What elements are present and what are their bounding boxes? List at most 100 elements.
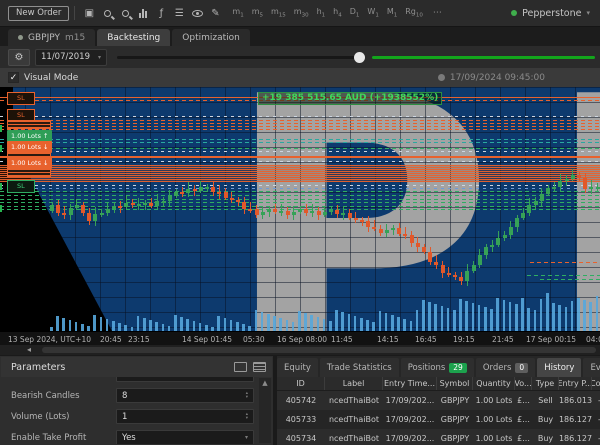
time-axis-label: 17 Sep 00:15 — [526, 335, 576, 344]
results-tab-trade-statistics[interactable]: Trade Statistics — [320, 358, 399, 377]
table-cell: GBPJPY — [437, 391, 473, 410]
tab-backtesting[interactable]: Backtesting — [97, 29, 170, 46]
position-lots-label[interactable]: 1.00 Lots ↓ — [7, 141, 52, 153]
parameter-label: Bearish Candles — [11, 391, 111, 401]
tab-optimization[interactable]: Optimization — [172, 29, 250, 46]
chart-tab-symbol: GBPJPY — [28, 33, 60, 43]
position-lots-label[interactable]: 1.00 Lots ↑ — [7, 130, 52, 142]
settings-button[interactable]: ⚙ — [8, 49, 30, 66]
chevron-down-icon: ▾ — [98, 54, 101, 61]
parameters-scrollbar[interactable]: ▲ — [259, 378, 271, 443]
results-tab-equity[interactable]: Equity — [277, 358, 318, 377]
net-profit-label: +19 385 515.65 AUD (+1938552%) — [258, 92, 442, 105]
table-cell: £... — [515, 391, 532, 410]
parameter-dropdown[interactable]: Yes▾ — [116, 430, 254, 444]
results-tab-label: Trade Statistics — [327, 363, 392, 373]
time-axis-label: 11:45 — [331, 335, 353, 344]
parameter-label: Volume (Lots) — [11, 412, 111, 422]
results-tab-orders[interactable]: Orders0 — [476, 358, 535, 377]
ctrader-backtesting-window: New Order ▣ƒ☰✎ m1m5m15m30h1h4D1W1M1Rg10 … — [0, 0, 600, 445]
order-stripe-box — [7, 168, 51, 177]
timeframe-m30[interactable]: m30 — [294, 7, 309, 19]
parameter-row: Enable Take ProfitYes▾ — [1, 427, 259, 444]
timeframe-Rg10[interactable]: Rg10 — [405, 7, 423, 19]
table-cell: £... — [515, 429, 532, 445]
parameter-value: 1 — [122, 412, 127, 422]
parameter-stepper[interactable]: 8▴▾ — [116, 388, 254, 403]
timeframe-W1[interactable]: W1 — [367, 7, 378, 19]
eye-icon[interactable] — [189, 5, 205, 21]
more-timeframes-button[interactable]: ⋯ — [433, 8, 442, 18]
chevron-down-icon[interactable]: ▾ — [245, 434, 248, 441]
position-lots-label[interactable]: 1.00 Lots ↓ — [7, 157, 52, 169]
indicators-icon[interactable]: ƒ — [153, 5, 169, 21]
column-header[interactable]: Type — [532, 377, 559, 390]
column-header[interactable]: Co... — [592, 377, 600, 390]
column-header[interactable]: Quantity — [473, 377, 515, 390]
parameter-row: Volume (Lots) 1 ▴▾ — [1, 406, 259, 427]
results-tab-positions[interactable]: Positions29 — [401, 358, 474, 377]
timeframe-M1[interactable]: M1 — [387, 7, 397, 19]
backtest-controls-row: ⚙ 11/07/2019 ▾ — [0, 46, 600, 68]
history-table-row[interactable]: 405734ncedThaiBot17/09/202...GBPJPY1.00 … — [277, 429, 600, 445]
stepper-arrows-icon[interactable]: ▴▾ — [246, 413, 248, 421]
time-axis-label: 04:00 — [586, 335, 600, 344]
parameter-stepper[interactable]: 1 ▴▾ — [116, 409, 254, 424]
zoom-out-icon[interactable] — [117, 5, 133, 21]
parameters-list: Enable Bearish Consecuti...Yes▾Bearish C… — [1, 377, 259, 444]
timeframe-h4[interactable]: h4 — [333, 7, 342, 19]
timeframe-m1[interactable]: m1 — [232, 7, 243, 19]
broker-menu[interactable]: Pepperstone ▾ — [511, 8, 590, 19]
results-tab-label: Events — [590, 363, 600, 373]
chart-type-icon[interactable] — [135, 5, 151, 21]
stop-loss-label[interactable]: SL — [7, 92, 35, 105]
scrollbar-track[interactable] — [42, 347, 596, 353]
column-header[interactable]: Vo... — [515, 377, 532, 390]
layout-icon[interactable]: ▣ — [81, 5, 97, 21]
stepper-arrows-icon[interactable]: ▴▾ — [246, 392, 248, 400]
chart-canvas[interactable]: P P SLSL1.00 Lots ↑1.00 Lots ↓1.00 Lots … — [0, 87, 600, 331]
parameters-title: Parameters — [11, 362, 65, 373]
parameter-dropdown[interactable]: Yes▾ — [116, 377, 254, 382]
history-table-row[interactable]: 405742ncedThaiBot17/09/202...GBPJPY1.00 … — [277, 391, 600, 410]
timeframe-m5[interactable]: m5 — [252, 7, 263, 19]
left-edge-tick — [0, 125, 2, 132]
column-header[interactable]: Entry P... — [559, 377, 592, 390]
table-cell: - — [592, 391, 600, 410]
history-table-header: IDLabelEntry Time...SymbolQuantityVo...T… — [277, 377, 600, 391]
position-labels-layer: SLSL1.00 Lots ↑1.00 Lots ↓1.00 Lots ↓SL — [0, 87, 600, 331]
chart-tab-status-icon — [18, 35, 23, 40]
results-tab-history[interactable]: History — [537, 358, 581, 377]
column-header[interactable]: Label — [325, 377, 383, 390]
scroll-up-icon[interactable]: ▲ — [259, 378, 271, 388]
history-table-row[interactable]: 405733ncedThaiBot17/09/202...GBPJPY1.00 … — [277, 410, 600, 429]
chevron-down-icon[interactable]: ▾ — [245, 377, 248, 378]
table-cell: GBPJPY — [437, 410, 473, 429]
scroll-left-icon[interactable]: ◂ — [27, 345, 31, 355]
chart-horizontal-scrollbar[interactable]: ◂ — [0, 345, 600, 355]
draw-icon[interactable]: ✎ — [207, 5, 223, 21]
stop-loss-label[interactable]: SL — [7, 180, 35, 193]
table-cell: 186.127 — [559, 410, 592, 429]
column-header[interactable]: ID — [277, 377, 325, 390]
timeframe-m15[interactable]: m15 — [271, 7, 286, 19]
tab-count-badge: 0 — [515, 363, 528, 373]
visual-mode-checkbox[interactable]: ✓ — [8, 72, 19, 83]
column-header[interactable]: Entry Time... — [383, 377, 437, 390]
tab-chart-gbpjpy[interactable]: GBPJPY m15 — [8, 29, 95, 46]
start-date-select[interactable]: 11/07/2019 ▾ — [35, 49, 107, 66]
time-axis-label: 23:15 — [128, 335, 150, 344]
results-tab-events[interactable]: Events — [583, 358, 600, 377]
column-header[interactable]: Symbol — [437, 377, 473, 390]
objects-layers-icon[interactable]: ☰ — [171, 5, 187, 21]
timeframe-D1[interactable]: D1 — [350, 7, 360, 19]
backtest-progress-slider[interactable] — [117, 51, 595, 63]
new-order-button[interactable]: New Order — [8, 6, 69, 21]
panel-window-icon[interactable] — [234, 362, 247, 372]
progress-slider-thumb[interactable] — [354, 52, 365, 63]
results-tab-label: Orders — [483, 363, 512, 373]
zoom-in-icon[interactable] — [99, 5, 115, 21]
timeframe-h1[interactable]: h1 — [317, 7, 326, 19]
table-cell: Sell — [532, 391, 559, 410]
panel-list-icon[interactable] — [253, 362, 266, 372]
